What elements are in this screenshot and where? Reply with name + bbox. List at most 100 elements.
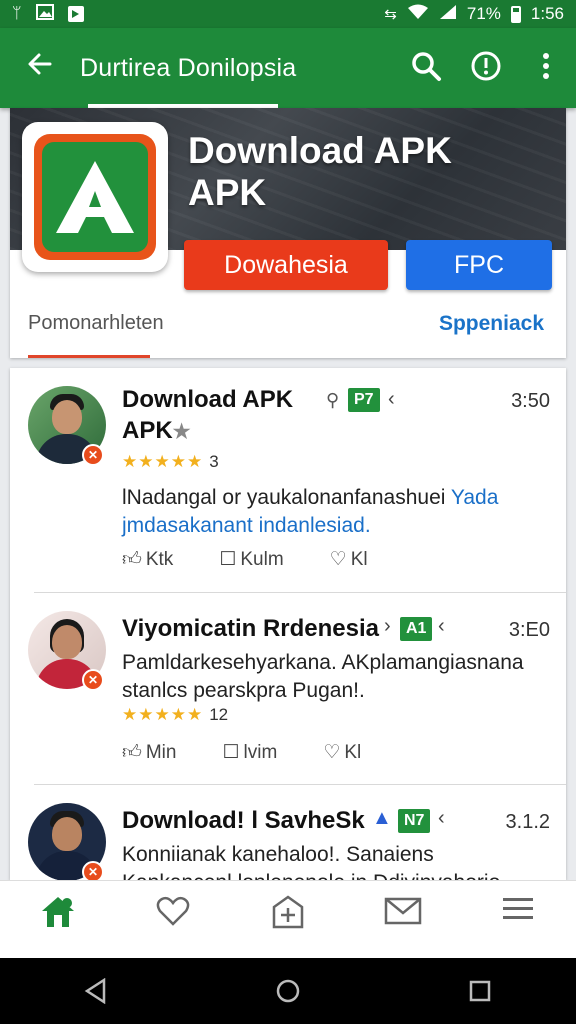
info-button[interactable] xyxy=(456,50,516,87)
post-tag: P7 xyxy=(348,388,380,412)
post-title-line1: Download APK xyxy=(122,386,294,413)
info-icon xyxy=(471,51,501,80)
mail-icon xyxy=(384,897,422,925)
play-store-icon xyxy=(67,6,84,22)
comment-button[interactable]: ☐ lvim xyxy=(222,741,277,764)
battery-percent: 71% xyxy=(466,4,501,23)
post-text: lNadangal or yaukalonanfanashuei Yada jm… xyxy=(122,484,552,540)
nav-favorites[interactable] xyxy=(115,881,230,958)
post-time: 3:E0 xyxy=(508,619,550,641)
comment-label: Kulm xyxy=(240,548,284,570)
search-button[interactable] xyxy=(396,50,456,87)
circle-home-icon xyxy=(276,979,300,1003)
verified-badge-icon: ✕ xyxy=(82,444,104,466)
post-text: Pamldarkesehyarkana. AKplamangiasnana st… xyxy=(122,649,552,705)
comment-icon: ☐ xyxy=(219,549,237,570)
square-recents-icon xyxy=(469,980,491,1002)
like-label: Ktk xyxy=(145,548,174,570)
signal-icon xyxy=(439,4,457,25)
add-box-icon xyxy=(272,895,304,929)
comment-button[interactable]: ☐ Kulm xyxy=(219,548,283,571)
nav-home[interactable] xyxy=(0,881,115,958)
post-item[interactable]: ✕ Viyomicatin Rrdenesia › A1 ‹ 3:E0 Paml… xyxy=(10,593,566,783)
post-title: Download APK APK★ xyxy=(122,384,293,448)
system-home-button[interactable] xyxy=(258,971,318,1011)
post-item[interactable]: ✕ Download APK APK★ ⚲ P7 ‹ 3:50 ★★★★★ 3 l… xyxy=(10,368,566,592)
post-text-line1: lNadangal or yaukalonanfanashuei xyxy=(122,486,446,509)
rating-count: 12 xyxy=(209,705,229,724)
rating: ★★★★★ 12 xyxy=(122,705,228,725)
post-feed: ✕ Download APK APK★ ⚲ P7 ‹ 3:50 ★★★★★ 3 l… xyxy=(10,368,566,880)
chevron-right-icon: › xyxy=(384,615,391,637)
image-icon xyxy=(35,3,54,25)
post-title-line2: APK xyxy=(122,417,173,444)
nav-messages[interactable] xyxy=(346,881,461,958)
like-button[interactable]: 👍︎ Ktk xyxy=(122,548,173,571)
home-icon xyxy=(41,897,74,927)
system-recents-button[interactable] xyxy=(450,971,510,1011)
tab-left[interactable]: Pomonarhleten xyxy=(28,312,164,335)
person-icon: ⚲ xyxy=(326,390,340,410)
post-title: Viyomicatin Rrdenesia xyxy=(122,615,379,642)
app-bar: Durtirea Donilopsia xyxy=(0,28,576,108)
system-navigation-bar xyxy=(0,958,576,1024)
rating: ★★★★★ 3 xyxy=(122,452,219,472)
back-button[interactable] xyxy=(0,50,80,86)
post-time: 3.1.2 xyxy=(505,811,550,833)
favorite-button[interactable]: ♡ Kl xyxy=(330,548,368,571)
app-title-line2: APK xyxy=(188,172,267,213)
post-title: Download! l SavheSk xyxy=(122,807,365,834)
thumb-up-icon: 👍︎ xyxy=(122,742,142,763)
nav-add[interactable] xyxy=(230,881,345,958)
verified-badge-icon: ✕ xyxy=(82,861,104,880)
menu-icon xyxy=(503,898,534,919)
app-bar-title: Durtirea Donilopsia xyxy=(80,53,297,82)
vibrate-icon: ⇆ xyxy=(384,6,397,23)
bottom-navigation xyxy=(0,880,576,958)
post-title-line2-wrap: APK★ xyxy=(122,415,293,448)
heart-icon: ♡ xyxy=(323,742,341,763)
tab-right[interactable]: Sppeniack xyxy=(439,312,544,336)
heart-icon: ♡ xyxy=(329,549,347,570)
like-button[interactable]: 👍︎ Min xyxy=(122,741,176,764)
post-actions: 👍︎ Ktk ☐ Kulm ♡ Kl xyxy=(122,548,414,571)
status-bar: ᛘ ⇆ 71% 1:56 xyxy=(0,0,576,28)
post-text-line2: stanlcs pearskpra Pugan!. xyxy=(122,679,365,702)
post-time: 3:50 xyxy=(511,390,550,412)
post-tag: N7 xyxy=(398,809,431,833)
banner-tabs: Pomonarhleten Sppeniack xyxy=(10,304,566,358)
favorite-button[interactable]: ♡ Kl xyxy=(323,741,361,764)
app-title: Download APK APK xyxy=(188,130,452,214)
tab-left-indicator xyxy=(28,355,150,358)
post-text-link[interactable]: Yada xyxy=(451,486,499,509)
fpc-button[interactable]: FPC xyxy=(406,240,552,290)
app-banner-card: Download APK APK Dowahesia FPC Pomonarhl… xyxy=(10,108,566,358)
chevron-left-icon: ‹ xyxy=(388,388,395,410)
star-icon: ★ xyxy=(172,421,191,443)
usb-icon: ᛘ xyxy=(12,5,22,22)
verified-badge-icon: ✕ xyxy=(82,669,104,691)
chevron-left-icon: ‹ xyxy=(438,615,445,637)
comment-icon: ☐ xyxy=(222,742,240,763)
post-text-line2: Kankancenl lonlenenole in Ddiyinvahorio xyxy=(122,869,552,880)
download-button[interactable]: Dowahesia xyxy=(184,240,388,290)
post-item[interactable]: ✕ Download! l SavheSk ▲ N7 ‹ 3.1.2 Konni… xyxy=(10,785,566,880)
nav-menu[interactable] xyxy=(461,881,576,958)
rating-count: 3 xyxy=(209,452,219,471)
chevron-left-icon: ‹ xyxy=(438,807,445,829)
app-logo xyxy=(22,122,168,272)
comment-label: lvim xyxy=(243,741,278,763)
wifi-icon xyxy=(407,4,429,25)
overflow-menu-button[interactable] xyxy=(516,52,576,85)
back-arrow-icon xyxy=(28,53,52,75)
app-title-line1: Download APK xyxy=(188,130,452,171)
rocket-icon: ▲ xyxy=(372,807,392,829)
search-icon xyxy=(412,51,441,81)
post-actions: 👍︎ Min ☐ lvim ♡ Kl xyxy=(122,741,407,764)
post-text-line2: jmdasakanant indanlesiad. xyxy=(122,514,371,537)
system-back-button[interactable] xyxy=(66,971,126,1011)
letter-a-logo-icon xyxy=(56,161,134,233)
clock: 1:56 xyxy=(530,4,564,23)
favorite-label: Kl xyxy=(350,548,368,570)
like-label: Min xyxy=(145,741,177,763)
